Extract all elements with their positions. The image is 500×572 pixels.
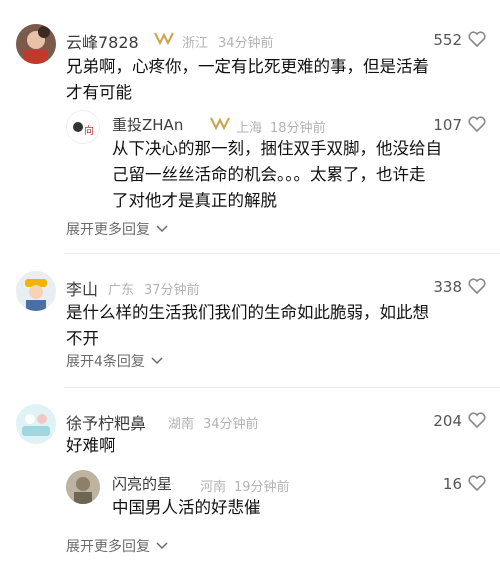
like-count: 107 bbox=[433, 116, 462, 134]
heart-outline-icon[interactable] bbox=[468, 278, 486, 294]
chevron-down-icon bbox=[156, 542, 168, 550]
username[interactable]: 重投ZHAn bbox=[112, 114, 183, 135]
like-count: 204 bbox=[433, 412, 462, 430]
expand-replies-button[interactable]: 展开4条回复 bbox=[66, 351, 163, 371]
username[interactable]: 李山 bbox=[66, 276, 98, 300]
heart-outline-icon[interactable] bbox=[468, 475, 486, 491]
heart-outline-icon[interactable] bbox=[468, 412, 486, 428]
divider bbox=[64, 253, 500, 254]
location: 上海 bbox=[236, 121, 263, 136]
location: 广东 bbox=[108, 283, 135, 298]
expand-replies-button[interactable]: 展开更多回复 bbox=[66, 536, 168, 556]
avatar[interactable] bbox=[66, 470, 100, 504]
avatar[interactable] bbox=[16, 271, 56, 311]
vip-badge-icon bbox=[154, 32, 174, 45]
username[interactable]: 云峰7828 bbox=[66, 29, 139, 53]
avatar[interactable]: 向 bbox=[66, 110, 100, 144]
timestamp: 19分钟前 bbox=[234, 480, 290, 495]
username[interactable]: 闪亮的星 bbox=[112, 473, 172, 494]
username[interactable]: 徐予柠粑鼻 bbox=[66, 410, 146, 434]
comment-text: 是什么样的生活我们我们的生命如此脆弱，如此想 不开 bbox=[66, 303, 429, 348]
reply-text: 中国男人活的好悲催 bbox=[112, 498, 261, 517]
comment-text: 好难啊 bbox=[66, 436, 116, 455]
location: 湖南 bbox=[168, 417, 195, 432]
location: 河南 bbox=[200, 480, 227, 495]
location: 浙江 bbox=[182, 36, 209, 51]
avatar[interactable] bbox=[16, 24, 56, 64]
chevron-down-icon bbox=[156, 225, 168, 233]
heart-outline-icon[interactable] bbox=[468, 31, 486, 47]
timestamp: 34分钟前 bbox=[218, 36, 274, 51]
avatar[interactable] bbox=[16, 404, 56, 444]
like-count: 552 bbox=[433, 31, 462, 49]
timestamp: 18分钟前 bbox=[270, 121, 326, 136]
comment-text: 兄弟啊，心疼你，一定有比死更难的事，但是活着 才有可能 bbox=[66, 57, 429, 102]
heart-outline-icon[interactable] bbox=[468, 116, 486, 132]
timestamp: 34分钟前 bbox=[203, 417, 259, 432]
like-count: 338 bbox=[433, 278, 462, 296]
divider bbox=[64, 387, 500, 388]
svg-text:向: 向 bbox=[84, 124, 94, 137]
vip-badge-icon bbox=[210, 117, 230, 130]
chevron-down-icon bbox=[151, 357, 163, 365]
reply-text: 从下决心的那一刻，捆住双手双脚，他没给自 己留一丝丝活命的机会。。。太累了，也许… bbox=[112, 139, 442, 210]
timestamp: 37分钟前 bbox=[144, 283, 200, 298]
expand-replies-button[interactable]: 展开更多回复 bbox=[66, 219, 168, 239]
like-count: 16 bbox=[442, 475, 462, 493]
